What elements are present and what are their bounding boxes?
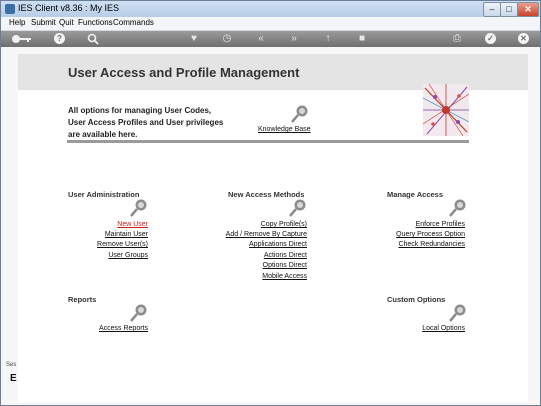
close-window-button[interactable]: ✕ — [517, 2, 539, 17]
user-groups-link[interactable]: User Groups — [108, 252, 148, 259]
custom-options-key-icon — [449, 304, 466, 322]
menu-functions[interactable]: Functions — [78, 18, 113, 27]
history-icon[interactable]: ◷ — [220, 33, 234, 45]
upload-icon[interactable]: ↑ — [321, 33, 335, 45]
copy-profiles-link[interactable]: Copy Profile(s) — [261, 221, 307, 228]
manage-access-key-icon — [449, 199, 466, 217]
section-title-manage-access: Manage Access — [387, 190, 444, 199]
app-icon — [5, 4, 15, 14]
check-redundancies-link[interactable]: Check Redundancies — [398, 241, 465, 248]
user-administration-key-icon — [130, 199, 147, 217]
section-title-new-access-methods: New Access Methods — [228, 190, 305, 199]
help-icon[interactable]: ? — [54, 33, 65, 44]
menu-bar: Help Submit Quit Functions Commands — [1, 17, 540, 31]
remove-users-link[interactable]: Remove User(s) — [97, 241, 148, 248]
ok-icon[interactable]: ✓ — [485, 33, 496, 44]
menu-commands[interactable]: Commands — [113, 18, 154, 27]
key-icon[interactable] — [11, 33, 33, 45]
window-title: IES Client v8.36 : My IES — [18, 3, 120, 13]
side-panel-mark: E — [10, 373, 17, 384]
print-icon[interactable]: ⎙ — [450, 33, 464, 45]
stop-icon[interactable]: ■ — [355, 33, 369, 45]
menu-submit[interactable]: Submit — [31, 18, 56, 27]
rewind-icon[interactable]: « — [254, 33, 268, 45]
section-title-user-administration: User Administration — [68, 190, 140, 199]
knowledge-base-key-icon — [291, 105, 308, 123]
network-image — [423, 84, 469, 136]
search-icon[interactable] — [86, 33, 100, 45]
query-process-option-link[interactable]: Query Process Option — [396, 231, 465, 238]
menu-quit[interactable]: Quit — [59, 18, 74, 27]
maximize-button[interactable]: □ — [500, 2, 518, 17]
menu-help[interactable]: Help — [9, 18, 25, 27]
intro-text: All options for managing User Codes, Use… — [68, 106, 224, 139]
title-bar: IES Client v8.36 : My IES – □ ✕ — [1, 1, 540, 17]
maintain-user-link[interactable]: Maintain User — [105, 231, 148, 238]
add-remove-by-capture-link[interactable]: Add / Remove By Capture — [226, 231, 307, 238]
options-direct-link[interactable]: Options Direct — [263, 262, 307, 269]
section-title-reports: Reports — [68, 295, 97, 304]
reports-key-icon — [130, 304, 147, 322]
access-reports-link[interactable]: Access Reports — [99, 325, 148, 332]
close-icon[interactable]: ✕ — [518, 33, 529, 44]
page-title: User Access and Profile Management — [68, 65, 300, 80]
local-options-link[interactable]: Local Options — [422, 325, 465, 332]
forward-icon[interactable]: » — [287, 33, 301, 45]
new-access-key-icon — [289, 199, 306, 217]
app-window: IES Client v8.36 : My IES – □ ✕ Help Sub… — [0, 0, 541, 406]
new-user-link[interactable]: New User — [117, 221, 148, 228]
knowledge-base-link[interactable]: Knowledge Base — [258, 126, 311, 133]
side-panel-label: Ses — [6, 362, 17, 368]
enforce-profiles-link[interactable]: Enforce Profiles — [416, 221, 465, 228]
heart-icon[interactable]: ♥ — [187, 33, 201, 45]
toolbar: ? ♥ ◷ « » ↑ ■ ⎙ ✓ ✕ — [1, 31, 540, 47]
header-divider — [67, 140, 469, 143]
actions-direct-link[interactable]: Actions Direct — [264, 252, 307, 259]
applications-direct-link[interactable]: Applications Direct — [249, 241, 307, 248]
mobile-access-link[interactable]: Mobile Access — [262, 273, 307, 280]
minimize-button[interactable]: – — [483, 2, 501, 17]
section-title-custom-options: Custom Options — [387, 295, 446, 304]
content-area: User Access and Profile Management All o… — [1, 47, 540, 405]
